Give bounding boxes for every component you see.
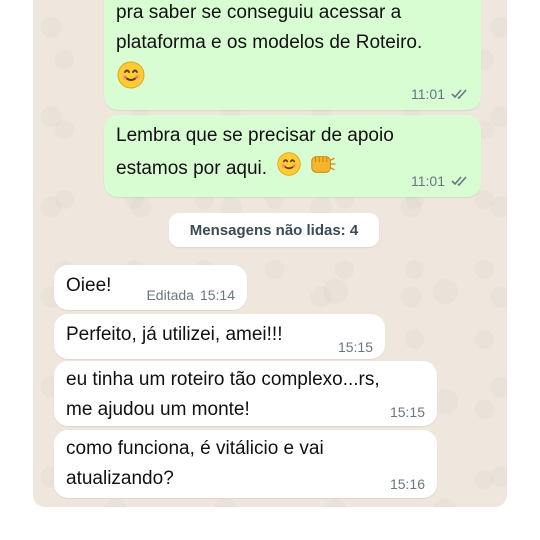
message-text: pra saber se conseguiu acessar a platafo…: [116, 2, 423, 53]
message-meta: 15:16: [390, 476, 425, 492]
message-time: 15:15: [389, 404, 425, 420]
message-meta: 15:15: [338, 339, 373, 355]
double-check-icon: [451, 176, 467, 187]
message-meta: 15:15: [390, 404, 425, 420]
incoming-message[interactable]: como funciona, é vitálicio e vai atualiz…: [54, 430, 437, 498]
unread-divider-label: Mensagens não lidas: 4: [189, 221, 359, 239]
unread-messages-divider: Mensagens não lidas: 4: [169, 213, 379, 247]
message-meta: 11:01: [411, 173, 469, 189]
message-text: como funciona, é vitálicio e vai atualiz…: [66, 438, 324, 489]
message-text: Perfeito, já utilizei, amei!!!: [66, 324, 283, 345]
message-time: 11:01: [411, 86, 445, 102]
outgoing-message[interactable]: Lembra que se precisar de apoio estamos …: [104, 115, 481, 197]
message-meta: 11:01: [411, 86, 469, 102]
message-time: 15:14: [199, 287, 235, 303]
incoming-message[interactable]: Oiee! Editada 15:14: [54, 265, 247, 310]
incoming-message[interactable]: Perfeito, já utilizei, amei!!! 15:15: [54, 314, 385, 359]
message-time: 15:15: [337, 339, 373, 355]
incoming-message[interactable]: eu tinha um roteiro tão complexo...rs, m…: [54, 361, 437, 426]
edited-label: Editada: [146, 287, 194, 303]
chat-window: pra saber se conseguiu acessar a platafo…: [33, 0, 507, 507]
double-check-icon: [451, 89, 467, 100]
smiling-face-icon: [116, 60, 146, 100]
outgoing-message[interactable]: pra saber se conseguiu acessar a platafo…: [104, 0, 481, 110]
fist-bump-icon: [308, 151, 336, 187]
smiling-face-icon: [276, 151, 302, 187]
message-time: 11:01: [411, 173, 445, 189]
message-meta: Editada 15:14: [146, 287, 235, 303]
message-text: Lembra que se precisar de apoio estamos …: [116, 125, 394, 180]
message-time: 15:16: [389, 476, 425, 492]
message-text: eu tinha um roteiro tão complexo...rs, m…: [66, 369, 380, 420]
